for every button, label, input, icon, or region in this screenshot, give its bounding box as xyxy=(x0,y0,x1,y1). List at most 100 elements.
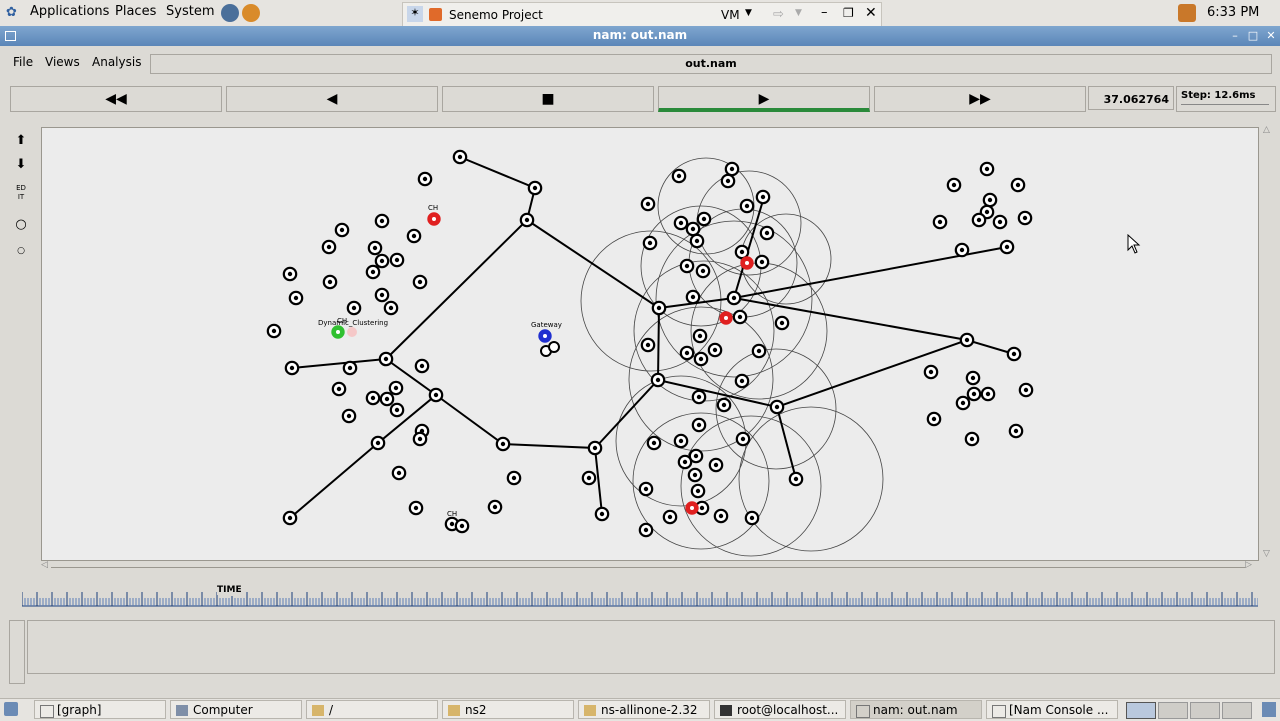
scroll-up-icon[interactable]: △ xyxy=(1263,125,1270,135)
network-icon[interactable] xyxy=(221,4,239,22)
forward-icon[interactable]: ⇨ xyxy=(773,7,784,22)
step-control[interactable]: Step: 12.6ms xyxy=(1176,86,1276,112)
workspace-4[interactable] xyxy=(1222,702,1252,719)
node-core xyxy=(492,504,498,510)
node-core xyxy=(678,438,684,444)
trace-file-name: out.nam xyxy=(685,57,737,70)
menu-system[interactable]: System xyxy=(166,4,214,19)
workspace-3[interactable] xyxy=(1190,702,1220,719)
timeline-slider[interactable] xyxy=(22,584,1258,608)
node-core xyxy=(394,407,400,413)
chevron-down-icon[interactable]: ▼ xyxy=(795,8,802,18)
canvas-horizontal-scrollbar[interactable]: ◁ ▷ xyxy=(41,560,1257,572)
network-canvas[interactable]: CH CH Dynamic_Clustering Gateway CH xyxy=(41,127,1259,561)
gnome-foot-icon[interactable]: ✿ xyxy=(6,5,20,20)
firefox-icon[interactable] xyxy=(242,4,260,22)
terminal-icon xyxy=(720,705,732,716)
node-core xyxy=(287,515,293,521)
sensor-node xyxy=(966,386,982,402)
task-ns2[interactable]: ns2 xyxy=(442,700,574,719)
node-core xyxy=(667,514,673,520)
task-graph[interactable]: [graph] xyxy=(34,700,166,719)
menu-views[interactable]: Views xyxy=(45,55,80,69)
small-node-tool-icon[interactable]: ○ xyxy=(10,246,32,266)
scroll-down-icon[interactable]: ▽ xyxy=(1263,549,1270,559)
step-slider[interactable] xyxy=(1181,104,1269,108)
node-core xyxy=(1015,182,1021,188)
dynamic-clustering-node-core xyxy=(336,330,340,334)
annotation-pane[interactable] xyxy=(27,620,1275,674)
stop-button[interactable]: ■ xyxy=(442,86,654,112)
menu-file[interactable]: File xyxy=(13,55,33,69)
zoom-in-icon[interactable]: ⬆ xyxy=(10,133,32,153)
node-core xyxy=(413,505,419,511)
sensor-node xyxy=(378,351,394,367)
workspace-1[interactable] xyxy=(1126,702,1156,719)
edit-tool[interactable]: EDIT xyxy=(16,184,26,204)
node-core xyxy=(756,348,762,354)
chevron-down-icon[interactable]: ▼ xyxy=(745,8,752,18)
canvas-vertical-scrollbar[interactable]: △ ▽ xyxy=(1262,125,1274,563)
ch-label-1: CH xyxy=(428,204,438,212)
scroll-right-icon[interactable]: ▷ xyxy=(1245,560,1252,570)
node-core xyxy=(695,488,701,494)
pin-icon[interactable]: ✶ xyxy=(407,6,423,22)
show-desktop-icon[interactable] xyxy=(4,702,18,716)
minimize-icon[interactable]: – xyxy=(1228,29,1242,42)
play-button[interactable]: ▶ xyxy=(658,86,870,112)
sensor-node xyxy=(1018,382,1034,398)
scroll-track[interactable] xyxy=(51,567,1245,568)
maximize-icon[interactable]: □ xyxy=(1246,29,1260,42)
zoom-out-icon[interactable]: ⬇ xyxy=(10,157,32,177)
menu-applications[interactable]: Applications xyxy=(30,4,109,19)
annotation-scrollbar[interactable] xyxy=(9,620,25,684)
rewind-button[interactable]: ◀◀ xyxy=(10,86,222,112)
scroll-left-icon[interactable]: ◁ xyxy=(41,560,48,570)
menu-analysis[interactable]: Analysis xyxy=(92,55,141,69)
node-core xyxy=(693,453,699,459)
step-back-button[interactable]: ◀ xyxy=(226,86,438,112)
restore-icon[interactable]: ❐ xyxy=(843,6,854,20)
sensor-node xyxy=(662,509,678,525)
task-nam-out[interactable]: nam: out.nam xyxy=(850,700,982,719)
node-tool-icon[interactable]: ○ xyxy=(10,217,32,237)
task-computer[interactable]: Computer xyxy=(170,700,302,719)
senemo-window-button[interactable]: ✶ Senemo Project VM ▼ ⇨ ▼ – ❐ ✕ xyxy=(402,2,882,28)
window-titlebar[interactable]: nam: out.nam – □ ✕ xyxy=(0,26,1280,46)
menu-places[interactable]: Places xyxy=(115,4,156,19)
time-readout: 37.062764 xyxy=(1088,86,1174,110)
close-icon[interactable]: ✕ xyxy=(1264,29,1278,42)
task-ns-allinone[interactable]: ns-allinone-2.32 xyxy=(578,700,710,719)
node-core xyxy=(774,404,780,410)
close-icon[interactable]: ✕ xyxy=(865,5,877,21)
vm-label[interactable]: VM xyxy=(721,8,740,22)
task-nam-console[interactable]: [Nam Console ... xyxy=(986,700,1118,719)
node-core xyxy=(379,258,385,264)
sensor-node xyxy=(452,149,468,165)
node-core xyxy=(684,350,690,356)
sensor-node xyxy=(992,214,1008,230)
clock[interactable]: 6:33 PM xyxy=(1207,5,1259,20)
node-core xyxy=(676,173,682,179)
update-icon[interactable] xyxy=(1178,4,1196,22)
sensor-node xyxy=(759,225,775,241)
task-terminal[interactable]: root@localhost... xyxy=(714,700,846,719)
node-core xyxy=(375,440,381,446)
sensor-node xyxy=(374,253,390,269)
network-graph[interactable]: CH CH Dynamic_Clustering Gateway CH xyxy=(42,128,1258,560)
node-core xyxy=(599,511,605,517)
senemo-label: Senemo Project xyxy=(449,8,543,22)
sensor-node xyxy=(284,360,300,376)
task-root-folder[interactable]: / xyxy=(306,700,438,719)
node-core xyxy=(740,436,746,442)
sensor-node xyxy=(646,435,662,451)
node-core xyxy=(532,185,538,191)
trash-icon[interactable] xyxy=(1262,702,1276,717)
node-core xyxy=(960,400,966,406)
sensor-node xyxy=(365,264,381,280)
fast-forward-button[interactable]: ▶▶ xyxy=(874,86,1086,112)
node-core xyxy=(684,263,690,269)
workspace-2[interactable] xyxy=(1158,702,1188,719)
sensor-node xyxy=(391,465,407,481)
minimize-icon[interactable]: – xyxy=(821,5,828,20)
